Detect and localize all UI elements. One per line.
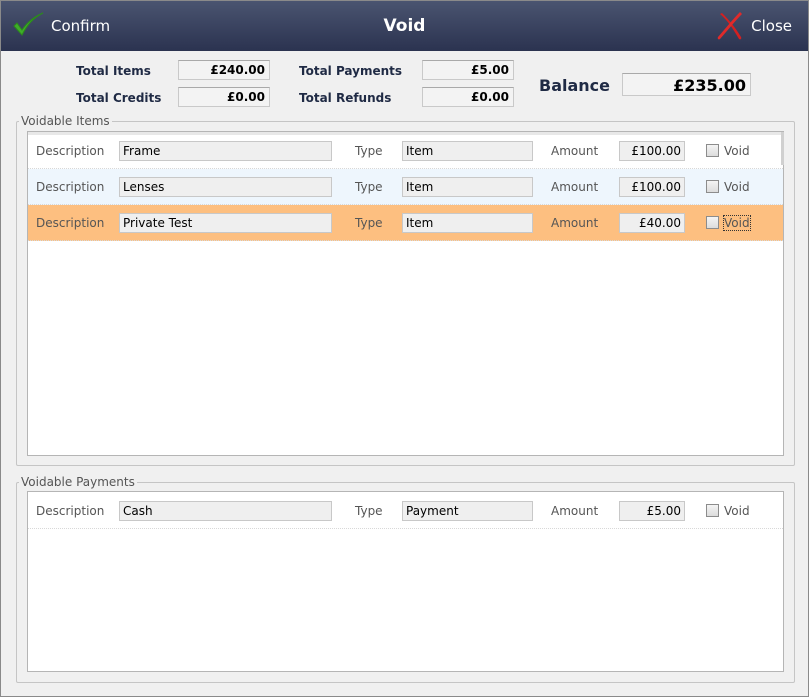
voidable-payments-legend: Voidable Payments bbox=[21, 475, 135, 489]
close-button[interactable]: Close bbox=[715, 9, 792, 43]
void-checkbox[interactable] bbox=[706, 180, 719, 193]
close-label: Close bbox=[751, 17, 792, 35]
type-field[interactable]: Item bbox=[402, 213, 533, 233]
title-bar: Confirm Void Close bbox=[1, 1, 808, 51]
type-field[interactable]: Item bbox=[402, 141, 533, 161]
description-field[interactable]: Cash bbox=[119, 501, 332, 521]
type-label: Type bbox=[355, 504, 383, 518]
total-refunds-label: Total Refunds bbox=[299, 91, 392, 105]
void-checkbox[interactable] bbox=[706, 216, 719, 229]
item-row-lenses[interactable]: Description Lenses Type Item Amount £100… bbox=[28, 169, 783, 205]
balance-label: Balance bbox=[539, 76, 610, 95]
amount-field[interactable]: £5.00 bbox=[619, 501, 685, 521]
description-label: Description bbox=[36, 504, 105, 518]
close-icon bbox=[717, 12, 743, 40]
total-payments-label: Total Payments bbox=[299, 64, 403, 78]
item-row-private-test[interactable]: Description Private Test Type Item Amoun… bbox=[28, 205, 783, 241]
payment-row-cash[interactable]: Description Cash Type Payment Amount £5.… bbox=[28, 493, 783, 529]
void-dialog: Confirm Void Close Total Items £240.00 T… bbox=[0, 0, 809, 697]
description-label: Description bbox=[36, 180, 105, 194]
total-payments-value: £5.00 bbox=[422, 60, 514, 80]
voidable-items-legend: Voidable Items bbox=[21, 114, 110, 128]
item-row-frame[interactable]: Description Frame Type Item Amount £100.… bbox=[28, 133, 783, 169]
total-refunds-value: £0.00 bbox=[422, 87, 514, 107]
dialog-title: Void bbox=[383, 16, 426, 36]
amount-label: Amount bbox=[551, 144, 599, 158]
amount-field[interactable]: £100.00 bbox=[619, 177, 685, 197]
type-label: Type bbox=[355, 216, 383, 230]
void-checkbox-label[interactable]: Void bbox=[724, 180, 750, 194]
type-label: Type bbox=[355, 180, 383, 194]
voidable-items-list[interactable]: Description Frame Type Item Amount £100.… bbox=[27, 131, 784, 456]
amount-field[interactable]: £100.00 bbox=[619, 141, 685, 161]
void-checkbox[interactable] bbox=[706, 144, 719, 157]
void-checkbox-label[interactable]: Void bbox=[723, 215, 751, 231]
total-credits-label: Total Credits bbox=[76, 91, 162, 105]
type-field[interactable]: Payment bbox=[402, 501, 533, 521]
description-label: Description bbox=[36, 144, 105, 158]
balance-value: £235.00 bbox=[622, 73, 751, 96]
description-field[interactable]: Lenses bbox=[119, 177, 332, 197]
description-field[interactable]: Private Test bbox=[119, 213, 332, 233]
voidable-payments-list[interactable]: Description Cash Type Payment Amount £5.… bbox=[27, 491, 784, 672]
void-checkbox[interactable] bbox=[706, 504, 719, 517]
amount-label: Amount bbox=[551, 504, 599, 518]
type-field[interactable]: Item bbox=[402, 177, 533, 197]
description-label: Description bbox=[36, 216, 105, 230]
void-checkbox-label[interactable]: Void bbox=[724, 144, 750, 158]
total-credits-value: £0.00 bbox=[178, 87, 270, 107]
type-label: Type bbox=[355, 144, 383, 158]
total-items-label: Total Items bbox=[76, 64, 151, 78]
description-field[interactable]: Frame bbox=[119, 141, 332, 161]
amount-label: Amount bbox=[551, 180, 599, 194]
void-checkbox-label[interactable]: Void bbox=[724, 504, 750, 518]
amount-label: Amount bbox=[551, 216, 599, 230]
amount-field[interactable]: £40.00 bbox=[619, 213, 685, 233]
total-items-value: £240.00 bbox=[178, 60, 270, 80]
